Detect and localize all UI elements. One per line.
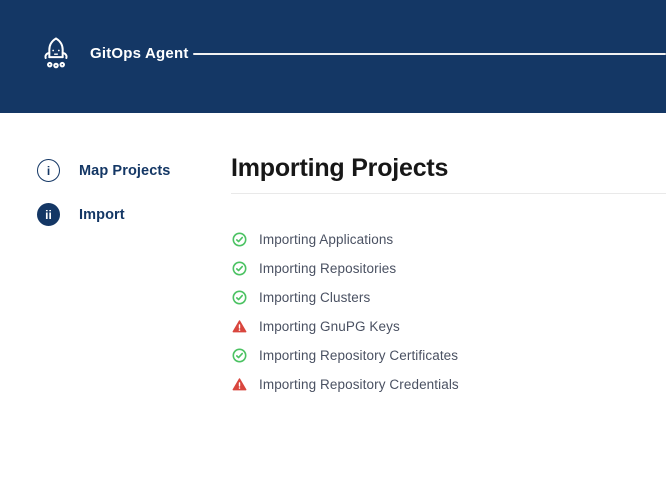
status-label: Importing Repositories bbox=[259, 261, 396, 276]
success-check-icon bbox=[232, 290, 247, 305]
import-status-list: Importing Applications Importing Reposit… bbox=[232, 225, 652, 399]
success-check-icon bbox=[232, 261, 247, 276]
status-label: Importing Clusters bbox=[259, 290, 370, 305]
status-list-item: Importing Repository Credentials bbox=[232, 370, 652, 399]
header-divider-line bbox=[193, 53, 666, 55]
error-warning-triangle-icon bbox=[232, 377, 247, 392]
status-label: Importing Repository Credentials bbox=[259, 377, 459, 392]
octopus-logo-icon bbox=[36, 31, 76, 75]
status-label: Importing Applications bbox=[259, 232, 393, 247]
success-check-icon bbox=[232, 348, 247, 363]
title-divider bbox=[231, 193, 666, 194]
step-label: Map Projects bbox=[79, 163, 170, 179]
status-label: Importing Repository Certificates bbox=[259, 348, 458, 363]
app-title: GitOps Agent bbox=[90, 45, 189, 62]
wizard-step-map-projects[interactable]: i Map Projects bbox=[37, 159, 227, 182]
step-numeral-circle: ii bbox=[37, 203, 60, 226]
success-check-icon bbox=[232, 232, 247, 247]
status-list-item: Importing Applications bbox=[232, 225, 652, 254]
step-label: Import bbox=[79, 207, 125, 223]
status-list-item: Importing Clusters bbox=[232, 283, 652, 312]
status-list-item: Importing Repository Certificates bbox=[232, 341, 652, 370]
wizard-step-import[interactable]: ii Import bbox=[37, 203, 227, 226]
wizard-steps: i Map Projects ii Import bbox=[37, 159, 227, 247]
status-list-item: Importing Repositories bbox=[232, 254, 652, 283]
error-warning-triangle-icon bbox=[232, 319, 247, 334]
status-label: Importing GnuPG Keys bbox=[259, 319, 400, 334]
page-title: Importing Projects bbox=[231, 154, 448, 183]
step-numeral-circle: i bbox=[37, 159, 60, 182]
app-header: GitOps Agent bbox=[0, 0, 666, 113]
status-list-item: Importing GnuPG Keys bbox=[232, 312, 652, 341]
